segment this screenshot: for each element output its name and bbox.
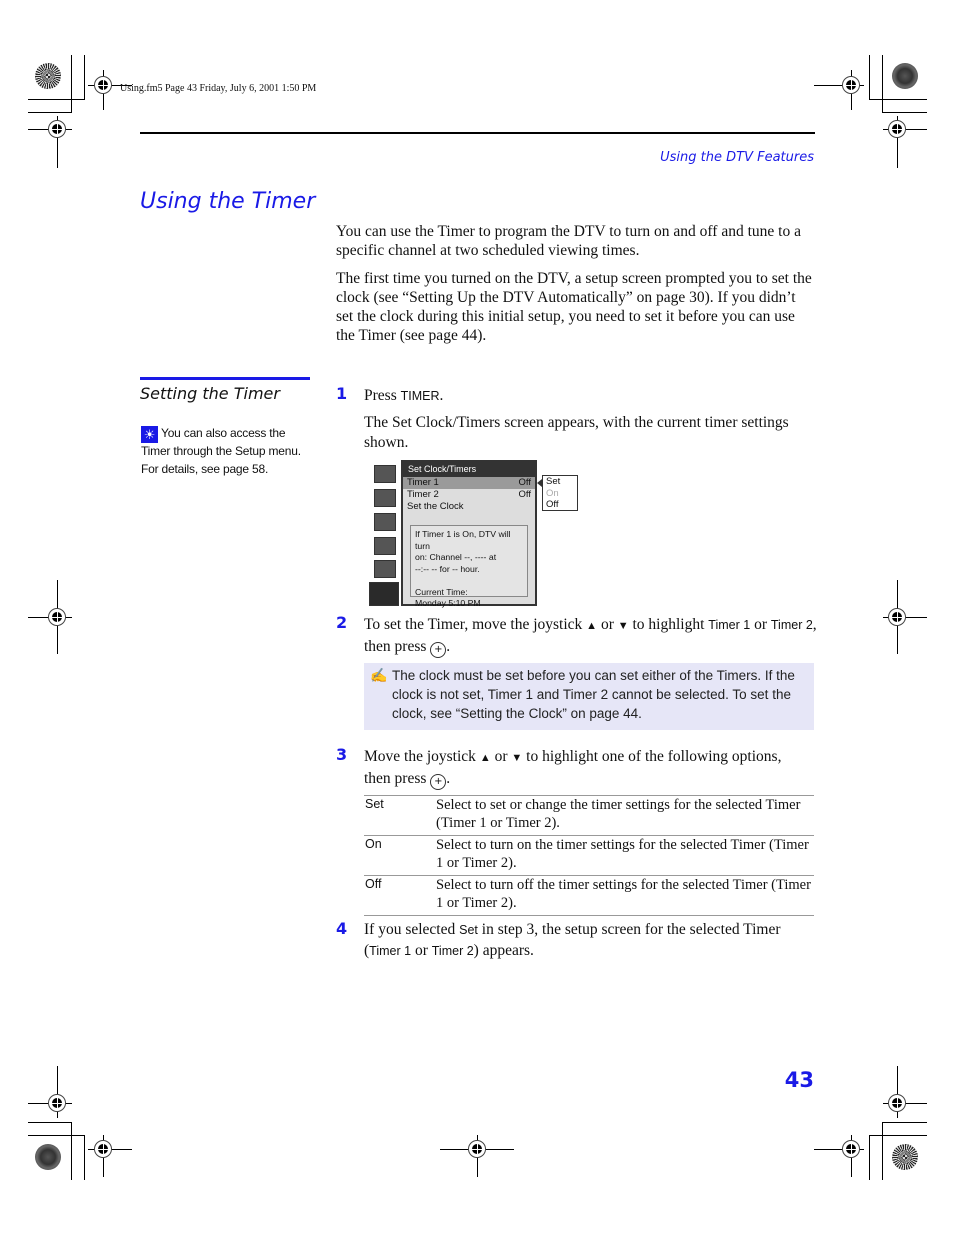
menu-row-set-clock: Set the Clock	[407, 501, 464, 512]
step-number-1: 1	[336, 384, 348, 403]
section-heading: Setting the Timer	[140, 384, 280, 403]
registration-mark	[94, 1140, 112, 1158]
timer-key: TIMER	[400, 389, 440, 403]
running-head: Using the DTV Features	[660, 150, 814, 165]
registration-disc-top-left	[35, 63, 61, 89]
note-box: ✍ The clock must be set before you can s…	[364, 663, 814, 730]
registration-disc-bottom-right	[892, 1144, 918, 1170]
registration-mark	[468, 1140, 486, 1158]
step-number-4: 4	[336, 919, 348, 938]
option-key: On	[365, 837, 382, 851]
registration-disc-bottom-left	[35, 1144, 61, 1170]
step-number-2: 2	[336, 613, 348, 632]
step-1-description: The Set Clock/Timers screen appears, wit…	[364, 414, 789, 451]
menu-icon-bar	[369, 460, 399, 608]
intro-paragraph-1: You can use the Timer to program the DTV…	[336, 223, 801, 259]
registration-mark	[842, 1140, 860, 1158]
channel-icon	[374, 513, 396, 531]
option-key: Off	[365, 877, 382, 891]
table-row: Set Select to set or change the timer se…	[364, 795, 814, 836]
registration-mark	[48, 120, 66, 138]
pencil-note-icon: ✍	[370, 667, 388, 683]
registration-mark	[888, 1094, 906, 1112]
tip-text: You can also access the Timer through th…	[141, 426, 301, 476]
note-text: The clock must be set before you can set…	[392, 668, 795, 721]
file-slug: Using.fm5 Page 43 Friday, July 6, 2001 1…	[120, 83, 317, 94]
option-key: Set	[365, 797, 384, 811]
page-number: 43	[784, 1068, 814, 1092]
setup-icon	[374, 560, 396, 578]
option-description: Select to turn off the timer settings fo…	[436, 877, 811, 911]
option-description: Select to set or change the timer settin…	[436, 797, 801, 831]
option-description: Select to turn on the timer settings for…	[436, 837, 809, 871]
set-clock-timers-screen: Set Clock/Timers Timer 1 Off Timer 2 Off S…	[369, 460, 584, 608]
parental-icon	[374, 537, 396, 555]
registration-mark	[48, 608, 66, 626]
registration-mark	[842, 76, 860, 94]
table-row: Off Select to turn off the timer setting…	[364, 875, 814, 916]
step-1-text: Press TIMER.	[364, 387, 444, 404]
tip-note: ☀ You can also access the Timer through t…	[141, 425, 311, 478]
lightbulb-icon: ☀	[141, 426, 158, 443]
menu-title: Set Clock/Timers	[403, 462, 535, 477]
registration-mark	[48, 1094, 66, 1112]
page-title: Using the Timer	[140, 189, 316, 214]
options-table: Set Select to set or change the timer se…	[364, 795, 814, 916]
timer-info-box: If Timer 1 is On, DTV will turn on: Chan…	[410, 525, 528, 608]
joystick-down-icon: ▼	[617, 620, 629, 632]
menu-panel: Set Clock/Timers Timer 1 Off Timer 2 Off S…	[401, 460, 537, 608]
timer-icon	[369, 582, 399, 606]
timer-option-popup: Set On Off	[542, 475, 578, 511]
video-icon	[374, 465, 396, 483]
audio-icon	[374, 489, 396, 507]
step-2-text: To set the Timer, move the joystick ▲ or…	[364, 615, 819, 658]
registration-disc-top-right	[892, 63, 918, 89]
joystick-press-icon: +	[430, 641, 447, 658]
menu-row-timer-2: Timer 2 Off	[407, 489, 531, 500]
joystick-press-icon: +	[430, 773, 447, 790]
intro-paragraph-2: The first time you turned on the DTV, a …	[336, 270, 812, 344]
step-3-text: Move the joystick ▲ or ▼ to highlight on…	[364, 747, 784, 790]
table-row: On Select to turn on the timer settings …	[364, 835, 814, 876]
joystick-up-icon: ▲	[479, 752, 491, 764]
step-number-3: 3	[336, 745, 348, 764]
registration-mark	[888, 608, 906, 626]
registration-mark	[888, 120, 906, 138]
joystick-up-icon: ▲	[586, 620, 598, 632]
menu-row-timer-1: Timer 1 Off	[403, 477, 535, 489]
joystick-down-icon: ▼	[511, 752, 523, 764]
header-rule	[140, 132, 815, 134]
step-4-text: If you selected Set in step 3, the setup…	[364, 921, 781, 959]
section-rule	[140, 377, 310, 380]
registration-mark	[94, 76, 112, 94]
